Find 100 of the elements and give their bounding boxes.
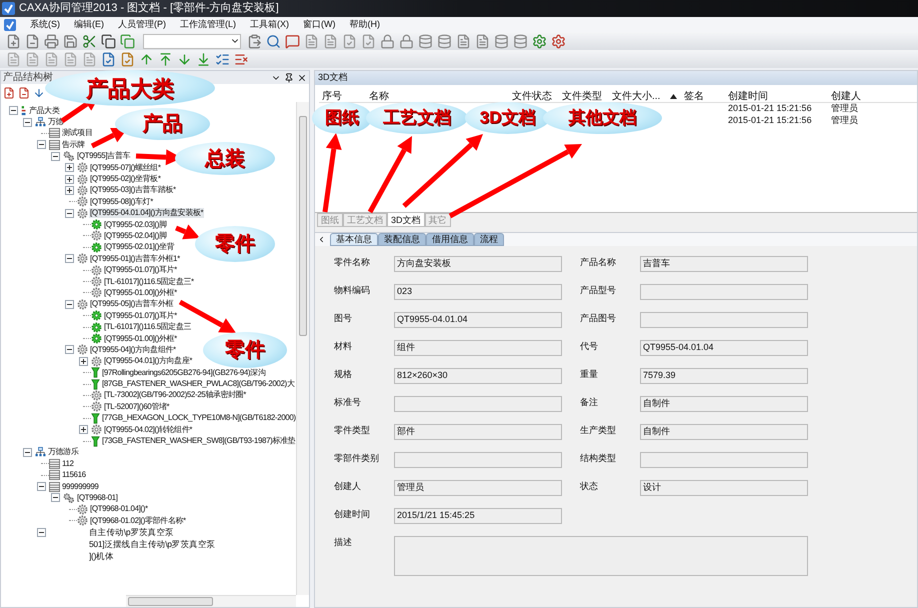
- document-icon[interactable]: [361, 34, 376, 48]
- menu-item[interactable]: 系统(S): [30, 18, 60, 32]
- tab[interactable]: 基本信息: [330, 233, 378, 246]
- text-field[interactable]: QT9955-04.01.04: [640, 340, 808, 356]
- tree-item[interactable]: 万德游乐: [47, 447, 80, 458]
- document-icon[interactable]: [101, 52, 116, 66]
- collapse-all-icon[interactable]: [18, 87, 30, 99]
- gear-icon[interactable]: [551, 34, 566, 48]
- text-field[interactable]: QT9955-04.01.04: [394, 312, 562, 328]
- search-icon[interactable]: [266, 34, 281, 48]
- document-icon[interactable]: [6, 34, 21, 48]
- database-icon[interactable]: [418, 34, 433, 48]
- scrollbar[interactable]: [296, 102, 309, 595]
- collapse-toggle[interactable]: [65, 254, 74, 264]
- collapse-toggle[interactable]: [9, 106, 18, 116]
- document-icon[interactable]: [25, 34, 40, 48]
- menu-item[interactable]: 工作流管理(L): [180, 18, 236, 32]
- text-field[interactable]: 023: [394, 284, 562, 300]
- text-field[interactable]: 7579.39: [640, 368, 808, 384]
- text-field[interactable]: 组件: [394, 340, 562, 356]
- column-header[interactable]: 文件状态: [509, 89, 559, 104]
- expand-toggle[interactable]: [65, 163, 74, 172]
- menu-item[interactable]: 人员管理(P): [118, 18, 166, 32]
- text-field[interactable]: 部件: [394, 424, 562, 440]
- document-icon[interactable]: [44, 52, 59, 66]
- expand-toggle[interactable]: [65, 174, 74, 184]
- collapse-toggle[interactable]: [23, 448, 32, 457]
- database-icon[interactable]: [513, 34, 528, 48]
- tree-item[interactable]: [QT9955-01]()吉普车外框1*: [89, 254, 181, 264]
- tab[interactable]: 3D文档: [387, 213, 425, 227]
- checklist-icon[interactable]: [215, 52, 230, 66]
- tree-item[interactable]: [QT9955-01.00]()外框*: [103, 334, 178, 344]
- scroll-left-icon[interactable]: [317, 235, 326, 244]
- lock-icon[interactable]: [380, 34, 395, 48]
- collapse-toggle[interactable]: [51, 152, 60, 161]
- document-icon[interactable]: [323, 34, 338, 48]
- expand-toggle[interactable]: [79, 356, 88, 366]
- collapse-toggle[interactable]: [23, 118, 32, 127]
- lock-icon[interactable]: [399, 34, 414, 48]
- tree-item[interactable]: [TL-52007]()60管堵*: [103, 402, 170, 412]
- text-field[interactable]: [394, 452, 562, 468]
- collapse-toggle[interactable]: [37, 140, 46, 150]
- menu-item[interactable]: 帮助(H): [350, 18, 380, 32]
- arrow-down-icon[interactable]: [196, 52, 211, 66]
- document-icon[interactable]: [6, 52, 21, 66]
- text-field[interactable]: [640, 452, 808, 468]
- tree-item[interactable]: [QT9955-04.01]()方向盘座*: [103, 356, 194, 366]
- copy-icon[interactable]: [101, 34, 116, 48]
- document-icon[interactable]: [342, 34, 357, 48]
- collapse-toggle[interactable]: [65, 345, 74, 354]
- tree-item[interactable]: 自主传动\p罗茨真空泵: [89, 526, 174, 539]
- paste-icon[interactable]: [247, 34, 262, 48]
- tree-item[interactable]: [QT9955-05]()吉普车外框: [89, 299, 174, 310]
- tree-item[interactable]: [QT9968-01.02]()零部件名称*: [89, 516, 187, 526]
- close-icon[interactable]: [297, 72, 307, 82]
- tree-item[interactable]: [QT9955-02]()坐背板*: [89, 174, 162, 184]
- sort-icon[interactable]: [33, 87, 45, 99]
- menu-item[interactable]: 工具箱(X): [250, 18, 289, 32]
- tab[interactable]: 装配信息: [378, 233, 426, 246]
- list-delete-icon[interactable]: [234, 52, 249, 66]
- text-field[interactable]: 管理员: [394, 480, 562, 496]
- collapse-toggle[interactable]: [51, 493, 60, 502]
- menu-item[interactable]: 编辑(E): [74, 18, 104, 32]
- column-header[interactable]: 创建时间: [725, 89, 828, 104]
- tree-item[interactable]: [QT9968-01]: [76, 492, 119, 503]
- dropdown-field[interactable]: [143, 34, 241, 48]
- tree-item[interactable]: 告示牌: [61, 140, 86, 150]
- document-icon[interactable]: [63, 52, 78, 66]
- tree-item[interactable]: 501]泛摆线自主传动\p罗茨真空泵: [89, 538, 216, 551]
- tree-item[interactable]: [TL-73002](GB/T96-2002)52-25轴承密封圈*: [103, 390, 248, 400]
- expand-toggle[interactable]: [65, 186, 74, 195]
- tree-item[interactable]: [QT9968-01.04]()*: [89, 504, 149, 514]
- document-icon[interactable]: [25, 52, 40, 66]
- collapse-toggle[interactable]: [65, 208, 74, 218]
- tree-item[interactable]: [QT9955-02.03]()脚: [103, 220, 168, 230]
- tree-item[interactable]: [QT9955-04]()方向盘组件*: [89, 344, 177, 355]
- tree-item[interactable]: [QT9955-03]()吉普车踏板*: [89, 185, 177, 196]
- text-field[interactable]: 设计: [640, 480, 808, 496]
- document-icon[interactable]: [475, 34, 490, 48]
- arrow-down-icon[interactable]: [177, 52, 192, 66]
- tree-item[interactable]: 112: [61, 458, 75, 469]
- text-field[interactable]: 方向盘安装板: [394, 256, 562, 272]
- tree-item[interactable]: [QT9955]吉普车: [76, 151, 131, 162]
- gear-icon[interactable]: [532, 34, 547, 48]
- column-header[interactable]: 文件类型: [559, 89, 609, 104]
- tree-item[interactable]: 产品大类: [28, 106, 60, 116]
- column-header[interactable]: 序号: [319, 89, 366, 104]
- tree-item[interactable]: [QT9955-02.01]()坐背: [103, 242, 176, 252]
- text-field[interactable]: 吉普车: [640, 256, 808, 272]
- tree-item[interactable]: [QT9955-02.04]()脚: [103, 230, 168, 241]
- tree-item[interactable]: [QT9955-04.02]()转轮组件*: [103, 424, 194, 435]
- text-field[interactable]: [640, 284, 808, 300]
- tree-item[interactable]: [QT9955-01.07]()耳片*: [103, 265, 178, 276]
- tree-item[interactable]: [QT9955-01.00]()外框*: [103, 288, 178, 298]
- app-icon[interactable]: [4, 18, 16, 30]
- tree-item[interactable]: [QT9955-01.07]()耳片*: [103, 310, 178, 321]
- text-field[interactable]: [640, 312, 808, 328]
- text-field[interactable]: 自制件: [640, 396, 808, 412]
- column-header[interactable]: 名称: [366, 89, 509, 104]
- comment-icon[interactable]: [285, 34, 300, 48]
